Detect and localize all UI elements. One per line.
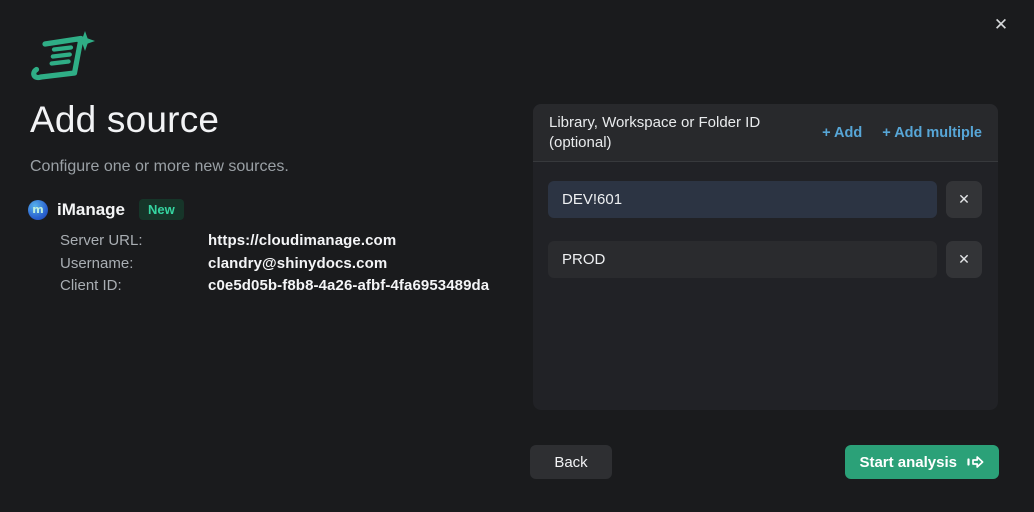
detail-row-username: Username: clandry@shinydocs.com bbox=[60, 253, 508, 276]
detail-value: https://cloudimanage.com bbox=[208, 230, 396, 253]
new-badge: New bbox=[139, 199, 184, 220]
add-source-dialog: { "dialog": { "title": "Add source", "su… bbox=[0, 0, 1034, 512]
add-button[interactable]: + Add bbox=[822, 125, 862, 141]
source-summary: m iManage New Server URL: https://cloudi… bbox=[28, 199, 508, 298]
shinydocs-logo-icon bbox=[30, 31, 98, 88]
remove-entry-icon[interactable]: ✕ bbox=[946, 181, 982, 218]
back-button[interactable]: Back bbox=[530, 445, 612, 479]
id-entry-row: ✕ bbox=[548, 241, 982, 278]
detail-label: Username: bbox=[60, 253, 208, 276]
id-entry-row: ✕ bbox=[548, 181, 982, 218]
start-analysis-label: Start analysis bbox=[859, 454, 957, 471]
remove-entry-icon[interactable]: ✕ bbox=[946, 241, 982, 278]
add-multiple-button[interactable]: + Add multiple bbox=[882, 125, 982, 141]
library-id-panel: Library, Workspace or Folder ID (optiona… bbox=[533, 104, 998, 410]
detail-value: clandry@shinydocs.com bbox=[208, 253, 387, 276]
arrow-right-icon bbox=[966, 454, 985, 470]
library-id-input[interactable] bbox=[548, 181, 937, 218]
source-name: iManage bbox=[57, 200, 125, 220]
imanage-icon: m bbox=[28, 200, 48, 220]
library-id-input[interactable] bbox=[548, 241, 937, 278]
detail-label: Server URL: bbox=[60, 230, 208, 253]
detail-row-server-url: Server URL: https://cloudimanage.com bbox=[60, 230, 508, 253]
library-id-panel-header: Library, Workspace or Folder ID (optiona… bbox=[533, 104, 998, 162]
start-analysis-button[interactable]: Start analysis bbox=[845, 445, 999, 479]
close-icon[interactable]: ✕ bbox=[989, 13, 1013, 37]
page-subtitle: Configure one or more new sources. bbox=[30, 158, 289, 176]
detail-label: Client ID: bbox=[60, 275, 208, 298]
library-id-panel-title: Library, Workspace or Folder ID (optiona… bbox=[549, 113, 811, 153]
detail-value: c0e5d05b-f8b8-4a26-afbf-4fa6953489da bbox=[208, 275, 489, 298]
page-title: Add source bbox=[30, 99, 219, 141]
detail-row-client-id: Client ID: c0e5d05b-f8b8-4a26-afbf-4fa69… bbox=[60, 275, 508, 298]
